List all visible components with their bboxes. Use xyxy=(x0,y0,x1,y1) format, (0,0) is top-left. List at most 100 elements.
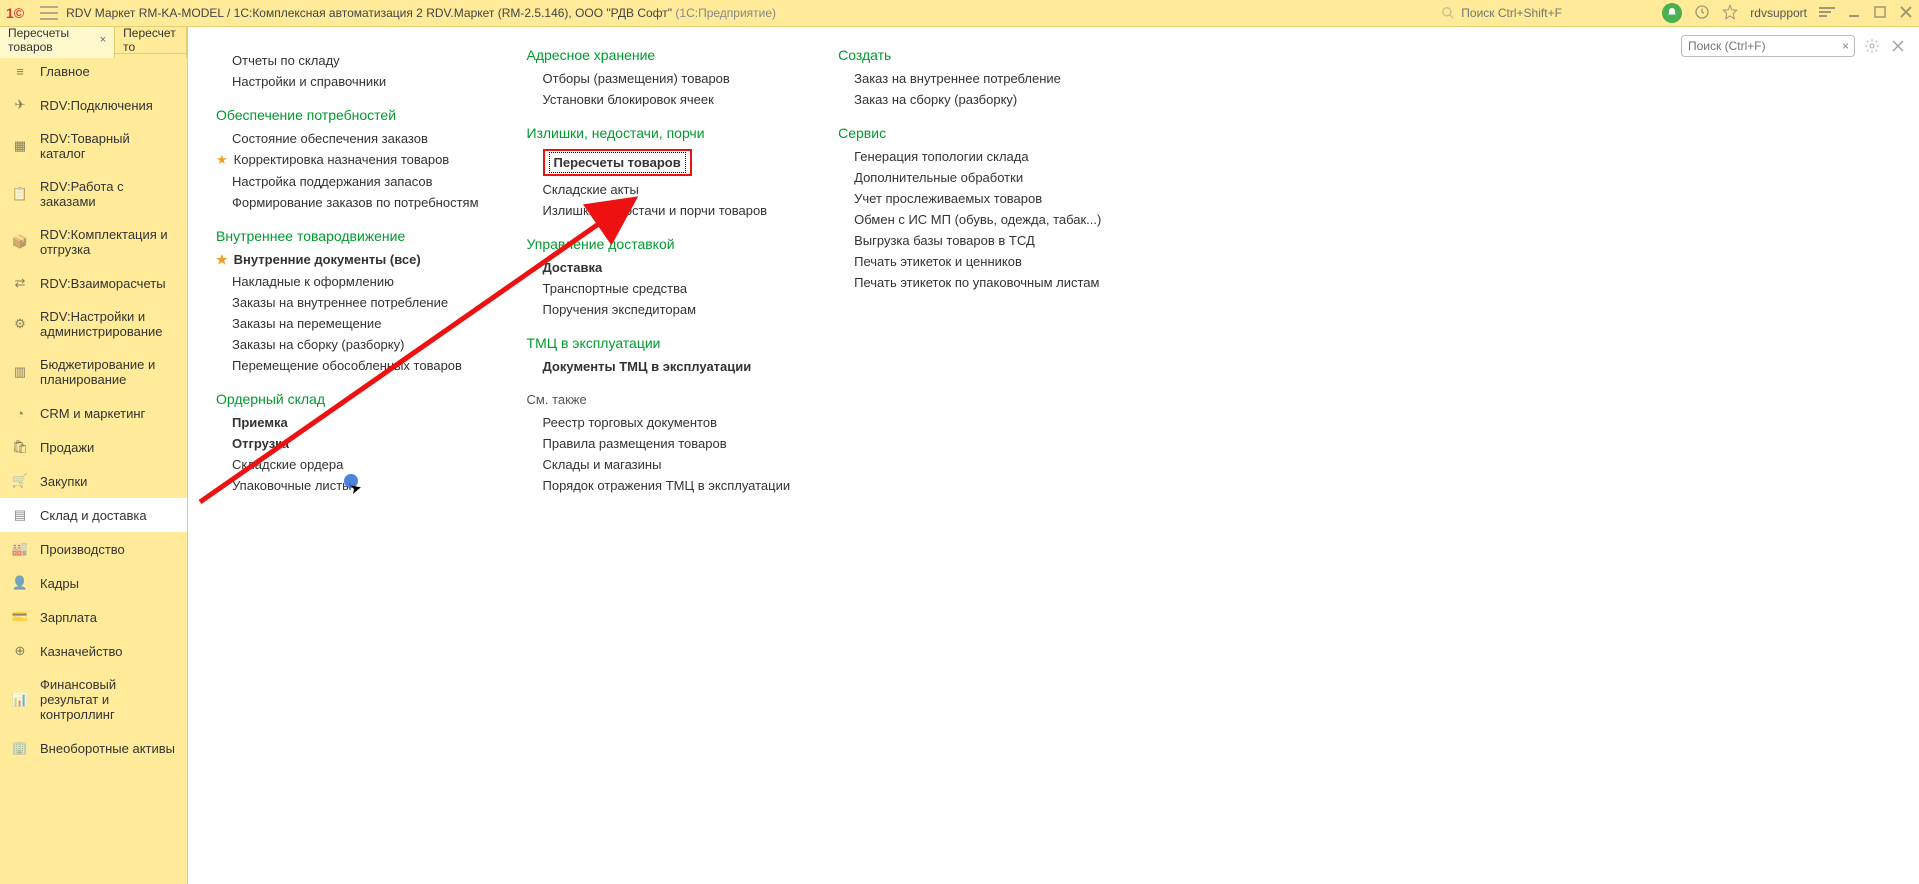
nav-finance[interactable]: 📊Финансовый результат и контроллинг xyxy=(0,668,187,731)
col-1: Отчеты по складу Настройки и справочники… xyxy=(216,47,479,499)
nav-sales[interactable]: 🛍Продажи xyxy=(0,430,187,464)
link-create-assembly[interactable]: Заказ на сборку (разборку) xyxy=(854,92,1101,107)
content-search-input[interactable] xyxy=(1681,35,1855,57)
sidebar: Пересчеты товаров × Пересчет то ≡Главное… xyxy=(0,27,188,884)
section-tmc: ТМЦ в эксплуатации xyxy=(527,335,791,351)
link-surplus-deficit[interactable]: Излишки, недостачи и порчи товаров xyxy=(543,203,791,218)
link-receiving[interactable]: Приемка xyxy=(232,415,479,430)
card-icon: 💳 xyxy=(12,609,28,625)
user-icon: 👤 xyxy=(12,575,28,591)
section-internal: Внутреннее товародвижение xyxy=(216,228,479,244)
link-create-internal[interactable]: Заказ на внутреннее потребление xyxy=(854,71,1101,86)
nav-main[interactable]: ≡Главное xyxy=(0,54,187,88)
tab-label: Пересчет то xyxy=(123,27,178,54)
link-tmc-reflection[interactable]: Порядок отражения ТМЦ в эксплуатации xyxy=(543,478,791,493)
menu-icon[interactable] xyxy=(40,6,58,20)
bag-icon: 🛍 xyxy=(12,439,28,455)
link-trade-registry[interactable]: Реестр торговых документов xyxy=(543,415,791,430)
close-icon[interactable] xyxy=(1899,5,1913,22)
link-print-pack-labels[interactable]: Печать этикеток по упаковочным листам xyxy=(854,275,1101,290)
grid-icon: ▦ xyxy=(12,138,28,154)
window-title: RDV Маркет RM-KA-MODEL / 1С:Комплексная … xyxy=(66,6,776,20)
link-needs-state[interactable]: Состояние обеспечения заказов xyxy=(232,131,479,146)
content-panel: × ➤ Отчеты по складу Настройки и справоч… xyxy=(188,27,1919,884)
cart-icon: 🛒 xyxy=(12,473,28,489)
clear-icon[interactable]: × xyxy=(1842,39,1849,53)
link-cell-locks[interactable]: Установки блокировок ячеек xyxy=(543,92,791,107)
section-address: Адресное хранение xyxy=(527,47,791,63)
link-ext-processing[interactable]: Дополнительные обработки xyxy=(854,170,1101,185)
logo-1c: 1© xyxy=(6,5,24,21)
section-needs: Обеспечение потребностей xyxy=(216,107,479,123)
global-search[interactable] xyxy=(1434,2,1650,24)
tab-close-icon[interactable]: × xyxy=(100,34,106,46)
global-search-input[interactable] xyxy=(1459,5,1643,21)
notifications-icon[interactable] xyxy=(1662,3,1682,23)
link-internal-orders[interactable]: Заказы на внутреннее потребление xyxy=(232,295,479,310)
gear-icon[interactable] xyxy=(1863,37,1881,55)
settings-bars-icon[interactable] xyxy=(1819,6,1835,21)
link-wh-orders[interactable]: Складские ордера xyxy=(232,457,479,472)
nav-salary[interactable]: 💳Зарплата xyxy=(0,600,187,634)
link-settings-refs[interactable]: Настройки и справочники xyxy=(232,74,479,89)
star-icon[interactable] xyxy=(1722,4,1738,23)
nav-connections[interactable]: ✈RDV:Подключения xyxy=(0,88,187,122)
user-label[interactable]: rdvsupport xyxy=(1750,6,1807,20)
nav-assets[interactable]: 🏢Внеоборотные активы xyxy=(0,731,187,765)
nav-warehouse[interactable]: ▤Склад и доставка xyxy=(0,498,187,532)
restore-icon[interactable] xyxy=(1873,5,1887,22)
link-wh-acts[interactable]: Складские акты xyxy=(543,182,791,197)
package-icon: 📦 xyxy=(12,234,28,250)
link-stock-keep[interactable]: Настройка поддержания запасов xyxy=(232,174,479,189)
link-wh-shops[interactable]: Склады и магазины xyxy=(543,457,791,472)
link-vehicles[interactable]: Транспортные средства xyxy=(543,281,791,296)
rocket-icon: ✈ xyxy=(12,97,28,113)
minimize-icon[interactable] xyxy=(1847,5,1861,22)
nav-purchase[interactable]: 🛒Закупки xyxy=(0,464,187,498)
history-icon[interactable] xyxy=(1694,4,1710,23)
link-move-orders[interactable]: Заказы на перемещение xyxy=(232,316,479,331)
exchange-icon: ⇄ xyxy=(12,275,28,291)
link-delivery[interactable]: Доставка xyxy=(543,260,791,275)
nav-production[interactable]: 🏭Производство xyxy=(0,532,187,566)
section-create: Создать xyxy=(838,47,1101,63)
nav-budget[interactable]: ▥Бюджетирование и планирование xyxy=(0,348,187,396)
link-expeditor[interactable]: Поручения экспедиторам xyxy=(543,302,791,317)
link-tmc-docs[interactable]: Документы ТМЦ в эксплуатации xyxy=(543,359,791,374)
link-placement-rules[interactable]: Правила размещения товаров xyxy=(543,436,791,451)
home-icon: ≡ xyxy=(12,63,28,79)
highlight-annotation: Пересчеты товаров xyxy=(543,149,692,176)
sliders-icon: ⚙ xyxy=(12,316,28,332)
top-bar: 1© RDV Маркет RM-KA-MODEL / 1С:Комплексн… xyxy=(0,0,1919,27)
nav-treasury[interactable]: ⊕Казначейство xyxy=(0,634,187,668)
nav-catalog[interactable]: ▦RDV:Товарный каталог xyxy=(0,122,187,170)
nav-admin[interactable]: ⚙RDV:Настройки и администрирование xyxy=(0,300,187,348)
link-move-separated[interactable]: Перемещение обособленных товаров xyxy=(232,358,479,373)
link-topology[interactable]: Генерация топологии склада xyxy=(854,149,1101,164)
close-panel-icon[interactable] xyxy=(1889,37,1907,55)
nav-orders[interactable]: 📋RDV:Работа с заказами xyxy=(0,170,187,218)
clipboard-icon: 📋 xyxy=(12,186,28,202)
nav-settlements[interactable]: ⇄RDV:Взаиморасчеты xyxy=(0,266,187,300)
link-ismp[interactable]: Обмен с ИС МП (обувь, одежда, табак...) xyxy=(854,212,1101,227)
link-assembly-orders[interactable]: Заказы на сборку (разборку) xyxy=(232,337,479,352)
link-print-labels[interactable]: Печать этикеток и ценников xyxy=(854,254,1101,269)
link-invoices[interactable]: Накладные к оформлению xyxy=(232,274,479,289)
link-recounts-highlighted[interactable]: Пересчеты товаров xyxy=(549,152,686,173)
link-tsd-upload[interactable]: Выгрузка базы товаров в ТСД xyxy=(854,233,1101,248)
bars-icon: 📊 xyxy=(12,692,28,708)
tabs-row: Пересчеты товаров × Пересчет то xyxy=(0,27,187,54)
link-shipping[interactable]: Отгрузка xyxy=(232,436,479,451)
link-internal-docs[interactable]: Внутренние документы (все) xyxy=(232,252,479,268)
search-icon xyxy=(1441,6,1455,20)
link-reports[interactable]: Отчеты по складу xyxy=(232,53,479,68)
link-traceability[interactable]: Учет прослеживаемых товаров xyxy=(854,191,1101,206)
content-search[interactable]: × xyxy=(1681,35,1855,57)
link-correction[interactable]: Корректировка назначения товаров xyxy=(232,152,479,168)
pie-icon: ◔ xyxy=(12,405,28,421)
nav-crm[interactable]: ◔CRM и маркетинг xyxy=(0,396,187,430)
nav-hr[interactable]: 👤Кадры xyxy=(0,566,187,600)
nav-picking[interactable]: 📦RDV:Комплектация и отгрузка xyxy=(0,218,187,266)
link-needs-orders[interactable]: Формирование заказов по потребностям xyxy=(232,195,479,210)
link-pickings[interactable]: Отборы (размещения) товаров xyxy=(543,71,791,86)
